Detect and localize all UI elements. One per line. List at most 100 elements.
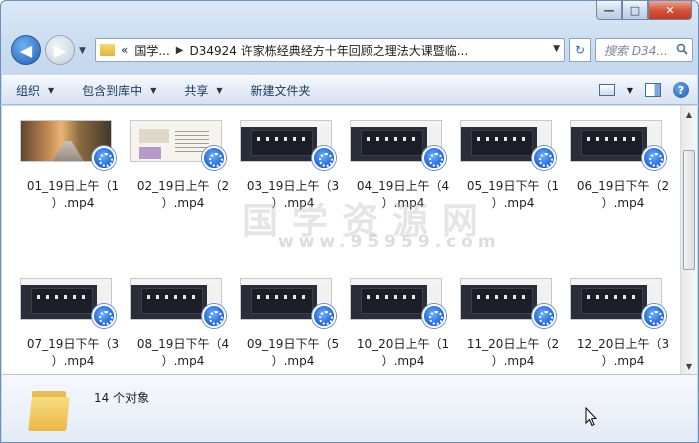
share-label: 共享 — [184, 83, 209, 98]
address-dropdown-icon[interactable]: ▼ — [553, 44, 560, 54]
refresh-icon: ↻ — [574, 43, 586, 57]
file-item[interactable]: 08_19日下午（4 ）.mp4 — [128, 274, 238, 370]
include-in-library-menu[interactable]: 包含到库中 ▼ — [68, 76, 170, 104]
file-name: 02_19日上午（2 ）.mp4 — [122, 178, 244, 212]
file-name-line-1: 03_19日上午（3 — [246, 179, 340, 193]
file-name-line-2: ）.mp4 — [161, 196, 205, 210]
video-player-icon — [202, 146, 226, 170]
file-name-line-1: 04_19日上午（4 — [356, 179, 450, 193]
video-player-icon — [422, 304, 446, 328]
file-name-line-1: 11_20日上午（2 — [466, 337, 560, 351]
file-name-line-2: ）.mp4 — [381, 196, 425, 210]
file-item[interactable]: 04_19日上午（4 ）.mp4 — [348, 116, 458, 212]
mouse-cursor-icon — [585, 407, 597, 427]
video-player-icon — [202, 304, 226, 328]
preview-pane-icon[interactable] — [645, 83, 661, 97]
search-icon[interactable] — [676, 43, 688, 55]
file-name: 01_19日上午（1 ）.mp4 — [12, 178, 134, 212]
scroll-thumb[interactable] — [683, 150, 695, 270]
share-menu[interactable]: 共享 ▼ — [170, 76, 236, 104]
file-name: 09_19日下午（5 ）.mp4 — [232, 336, 354, 370]
search-input[interactable]: 搜索 D34... — [595, 38, 693, 62]
file-name: 06_19日下午（2 ）.mp4 — [562, 178, 684, 212]
video-player-icon — [312, 146, 336, 170]
file-name-line-1: 10_20日上午（1 — [356, 337, 450, 351]
details-pane: 14 个对象 — [2, 374, 697, 442]
file-name-line-1: 12_20日上午（3 — [576, 337, 670, 351]
video-player-icon — [532, 146, 556, 170]
file-name-line-2: ）.mp4 — [601, 354, 645, 368]
toolbar-right-group: ▼ ? — [598, 82, 697, 98]
item-count: 14 个对象 — [94, 391, 150, 405]
address-overflow-chevrons[interactable]: « — [121, 43, 128, 57]
file-item[interactable]: 03_19日上午（3 ）.mp4 — [238, 116, 348, 212]
forward-arrow-icon: ▶ — [53, 40, 67, 60]
breadcrumb-item-guoxue[interactable]: 国学... — [134, 42, 169, 59]
file-item[interactable]: 09_19日下午（5 ）.mp4 — [238, 274, 348, 370]
organize-label: 组织 — [16, 83, 41, 98]
file-item[interactable]: 05_19日下午（1 ）.mp4 — [458, 116, 568, 212]
file-item[interactable]: 06_19日下午（2 ）.mp4 — [568, 116, 678, 212]
video-player-icon — [422, 146, 446, 170]
navigation-row: ◀ ▶ ▼ « 国学... ▶ D34924 许家栋经典经方十年回顾之理法大课暨… — [9, 35, 693, 65]
caption-buttons: — □ ✕ — [596, 1, 692, 20]
vertical-scrollbar[interactable]: ▲ ▼ — [680, 106, 697, 374]
video-player-icon — [312, 304, 336, 328]
file-name-line-1: 02_19日上午（2 — [136, 179, 230, 193]
file-name: 03_19日上午（3 ）.mp4 — [232, 178, 354, 212]
command-toolbar: 组织 ▼ 包含到库中 ▼ 共享 ▼ 新建文件夹 ▼ ? — [2, 75, 697, 105]
view-options-chevron-icon[interactable]: ▼ — [627, 86, 633, 95]
explorer-window: — □ ✕ ◀ ▶ ▼ « 国学... ▶ D34924 许家栋经典经方十年回顾… — [0, 0, 699, 443]
file-name: 12_20日上午（3 ）.mp4 — [562, 336, 684, 370]
file-name: 10_20日上午（1 ）.mp4 — [342, 336, 464, 370]
file-item[interactable]: 11_20日上午（2 ）.mp4 — [458, 274, 568, 370]
file-name-line-2: ）.mp4 — [51, 196, 95, 210]
organize-menu[interactable]: 组织 ▼ — [2, 76, 68, 104]
folder-icon — [100, 44, 115, 56]
file-name-line-2: ）.mp4 — [491, 354, 535, 368]
breadcrumb-separator-icon[interactable]: ▶ — [176, 45, 184, 56]
file-item[interactable]: 07_19日下午（3 ）.mp4 — [18, 274, 128, 370]
file-name-line-2: ）.mp4 — [271, 196, 315, 210]
file-name: 04_19日上午（4 ）.mp4 — [342, 178, 464, 212]
new-folder-button[interactable]: 新建文件夹 — [237, 76, 325, 104]
file-item[interactable]: 10_20日上午（1 ）.mp4 — [348, 274, 458, 370]
file-name-line-2: ）.mp4 — [381, 354, 425, 368]
file-item[interactable]: 02_19日上午（2 ）.mp4 — [128, 116, 238, 212]
include-library-label: 包含到库中 — [82, 83, 143, 98]
file-name: 08_19日下午（4 ）.mp4 — [122, 336, 244, 370]
video-player-icon — [92, 146, 116, 170]
chevron-down-icon: ▼ — [216, 85, 223, 95]
scroll-up-icon[interactable]: ▲ — [681, 106, 697, 122]
address-bar[interactable]: « 国学... ▶ D34924 许家栋经典经方十年回顾之理法大课暨临... ▼ — [95, 38, 565, 62]
file-list-area[interactable]: 01_19日上午（1 ）.mp4 02_19日上午（2 ）.mp4 03_19日上午（3… — [2, 106, 697, 374]
video-player-icon — [642, 146, 666, 170]
close-button[interactable]: ✕ — [648, 1, 692, 20]
file-name-line-2: ）.mp4 — [491, 196, 535, 210]
file-item[interactable]: 12_20日上午（3 ）.mp4 — [568, 274, 678, 370]
video-player-icon — [642, 304, 666, 328]
file-name: 07_19日下午（3 ）.mp4 — [12, 336, 134, 370]
file-name: 11_20日上午（2 ）.mp4 — [452, 336, 574, 370]
file-grid: 01_19日上午（1 ）.mp4 02_19日上午（2 ）.mp4 03_19日上午（3… — [18, 116, 678, 370]
back-button[interactable]: ◀ — [11, 35, 41, 65]
maximize-button[interactable]: □ — [622, 1, 648, 20]
scroll-down-icon[interactable]: ▼ — [681, 358, 697, 374]
file-name-line-1: 05_19日下午（1 — [466, 179, 560, 193]
recent-pages-dropdown-icon[interactable]: ▼ — [79, 46, 86, 56]
file-name-line-2: ）.mp4 — [161, 354, 205, 368]
file-name-line-1: 08_19日下午（4 — [136, 337, 230, 351]
minimize-button[interactable]: — — [596, 1, 622, 20]
change-view-icon[interactable] — [598, 84, 615, 96]
new-folder-label: 新建文件夹 — [250, 83, 311, 98]
folder-icon — [28, 385, 70, 431]
file-name: 05_19日下午（1 ）.mp4 — [452, 178, 574, 212]
refresh-button[interactable]: ↻ — [569, 38, 591, 62]
file-item[interactable]: 01_19日上午（1 ）.mp4 — [18, 116, 128, 212]
chevron-down-icon: ▼ — [48, 85, 55, 95]
forward-button[interactable]: ▶ — [45, 35, 75, 65]
file-name-line-2: ）.mp4 — [51, 354, 95, 368]
help-icon[interactable]: ? — [673, 82, 689, 98]
video-player-icon — [92, 304, 116, 328]
breadcrumb-item-current-folder[interactable]: D34924 许家栋经典经方十年回顾之理法大课暨临... — [190, 42, 469, 59]
